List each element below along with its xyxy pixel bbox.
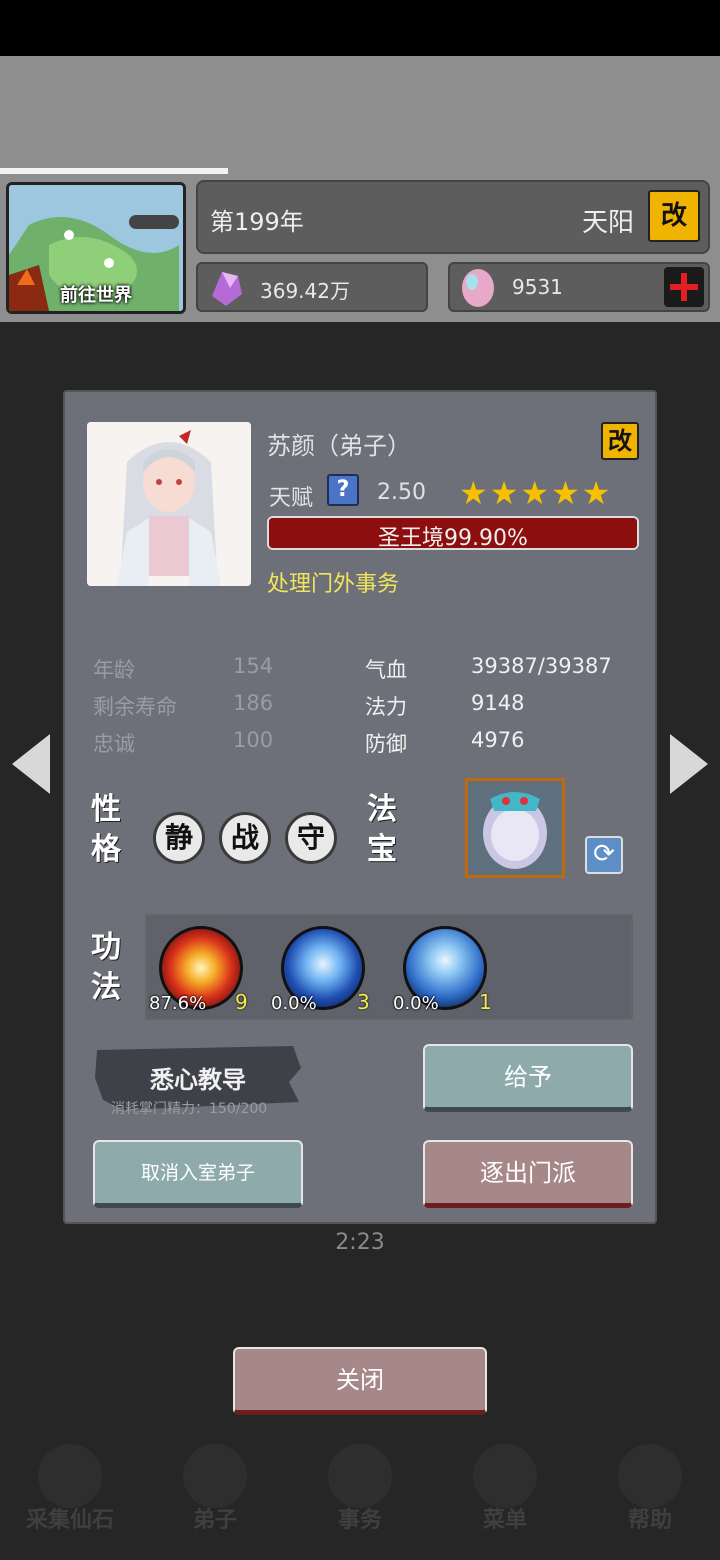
nav-affairs[interactable]: 事务	[300, 1430, 420, 1550]
disciple-detail-panel: 苏颜（弟子） 改 天赋 ? 2.50 ★★★★★ 圣王境99.90% 处理门外事…	[63, 390, 657, 1224]
stat-label-lifespan: 剩余寿命	[93, 695, 177, 719]
nav-help[interactable]: 帮助	[590, 1430, 710, 1550]
world-map-button[interactable]: 前往世界	[6, 182, 186, 314]
mirror-artifact-icon	[468, 781, 562, 875]
nav-label: 菜单	[482, 1508, 527, 1533]
current-task: 处理门外事务	[267, 572, 400, 597]
skill-slot[interactable]: 0.0% 1	[393, 922, 492, 1014]
stat-label-age: 年龄	[93, 658, 135, 682]
bottom-nav: 采集仙石 弟子 事务 菜单 帮助	[0, 1430, 720, 1560]
trait-badge[interactable]: 静	[153, 812, 205, 864]
talent-help-button[interactable]: ?	[327, 474, 359, 506]
skills-list: 87.6% 9 0.0% 3 0.0% 1	[145, 914, 633, 1020]
disciple-name: 苏颜（弟子）	[267, 432, 411, 460]
spirit-stone-value: 369.42万	[260, 279, 350, 303]
artifact-label: 法宝	[367, 792, 397, 867]
disciple-portrait	[87, 422, 251, 586]
nav-menu[interactable]: 菜单	[445, 1430, 565, 1550]
stat-value-age: 154	[233, 654, 274, 678]
status-bar	[0, 0, 720, 56]
pickaxe-icon	[38, 1444, 102, 1508]
nav-disciples[interactable]: 弟子	[155, 1430, 275, 1550]
nav-label: 弟子	[192, 1508, 237, 1533]
personality-label: 性格	[91, 792, 121, 867]
crystal-icon	[212, 272, 242, 306]
skills-label: 功法	[91, 930, 121, 1005]
add-button[interactable]	[664, 267, 704, 307]
realm-text: 圣王境99.90%	[378, 526, 528, 550]
stat-value-lifespan: 186	[233, 691, 274, 715]
star-rating: ★★★★★	[459, 474, 613, 512]
artifact-slot[interactable]	[465, 778, 565, 878]
disciple-icon	[183, 1444, 247, 1508]
egg-value: 9531	[512, 275, 563, 299]
nav-collect-stones[interactable]: 采集仙石	[10, 1430, 130, 1550]
portrait-image	[87, 422, 251, 586]
year-text: 第199年	[210, 208, 304, 236]
plus-icon	[670, 273, 698, 301]
stat-label-loyalty: 忠诚	[93, 732, 135, 756]
talent-label: 天赋	[269, 486, 314, 511]
world-map-label: 前往世界	[60, 285, 132, 306]
sect-rename-button[interactable]: 改	[648, 190, 700, 242]
help-icon	[618, 1444, 682, 1508]
nav-label: 采集仙石	[25, 1508, 114, 1533]
loading-progress-line	[0, 168, 228, 174]
egg-icon	[462, 269, 494, 307]
realm-progress-bar: 圣王境99.90%	[267, 516, 639, 550]
talent-value: 2.50	[377, 480, 426, 505]
skill-progress: 0.0%	[271, 993, 317, 1014]
stat-value-loyalty: 100	[233, 728, 274, 752]
skill-level: 3	[357, 990, 370, 1014]
trait-badge[interactable]: 守	[285, 812, 337, 864]
stat-value-defense: 4976	[471, 728, 525, 752]
expel-button[interactable]: 逐出门派	[423, 1140, 633, 1208]
disciple-rename-button[interactable]: 改	[601, 422, 639, 460]
skill-level: 1	[479, 990, 492, 1014]
skill-level: 9	[235, 990, 248, 1014]
skill-progress: 0.0%	[393, 993, 439, 1014]
trait-badge[interactable]: 战	[219, 812, 271, 864]
teach-cost: 消耗掌门精力：150/200	[111, 1101, 268, 1117]
nav-label: 帮助	[627, 1508, 672, 1533]
skill-slot[interactable]: 0.0% 3	[271, 922, 370, 1014]
spirit-stone-counter: 369.42万	[196, 262, 428, 312]
teach-label: 悉心教导	[150, 1066, 246, 1094]
next-arrow-icon[interactable]	[670, 734, 708, 794]
stat-value-mana: 9148	[471, 691, 525, 715]
stat-label-defense: 防御	[365, 732, 407, 756]
year-panel: 第199年 天阳 改	[196, 180, 710, 254]
skill-progress: 87.6%	[149, 993, 207, 1014]
stat-label-mana: 法力	[365, 695, 407, 719]
teach-button[interactable]: 悉心教导 消耗掌门精力：150/200	[93, 1042, 303, 1117]
scroll-icon	[328, 1444, 392, 1508]
give-button[interactable]: 给予	[423, 1044, 633, 1112]
timer-text: 2:23	[335, 1230, 385, 1255]
stat-value-hp: 39387/39387	[471, 654, 612, 678]
stat-label-hp: 气血	[365, 658, 407, 682]
previous-arrow-icon[interactable]	[12, 734, 50, 794]
close-button[interactable]: 关闭	[233, 1347, 487, 1415]
skill-slot[interactable]: 87.6% 9	[149, 922, 248, 1014]
nav-label: 事务	[337, 1508, 382, 1533]
egg-counter: 9531	[448, 262, 710, 312]
swap-artifact-button[interactable]: ⟳	[585, 836, 623, 874]
sect-name: 天阳	[581, 208, 634, 238]
menu-icon	[473, 1444, 537, 1508]
refresh-icon: ⟳	[593, 839, 615, 869]
cancel-inner-disciple-button[interactable]: 取消入室弟子	[93, 1140, 303, 1208]
